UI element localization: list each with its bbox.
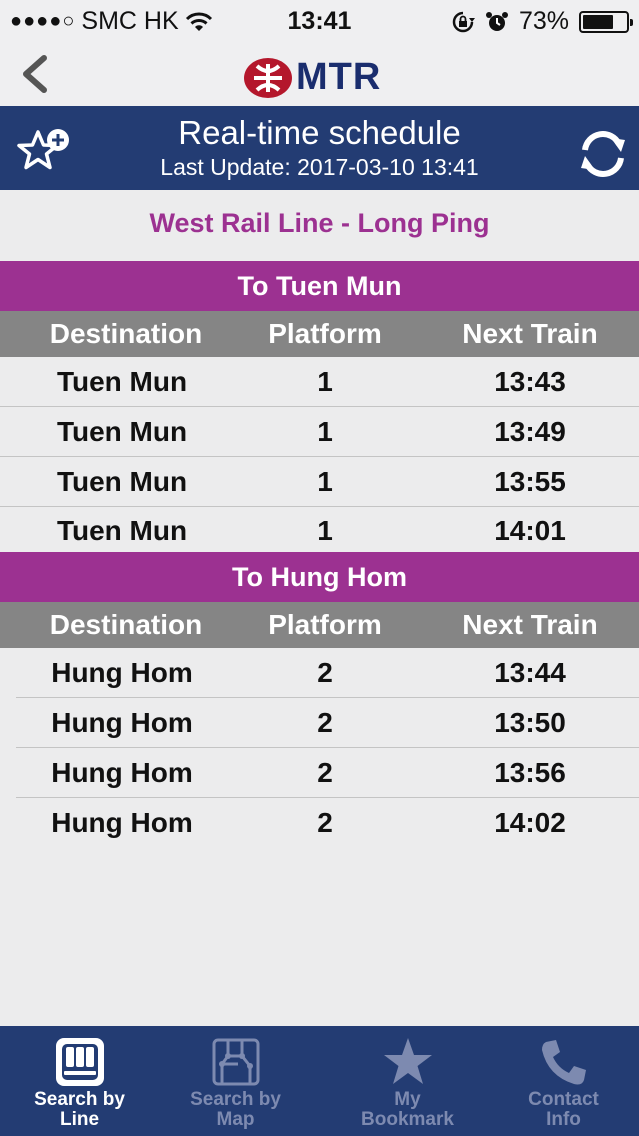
train-icon (55, 1038, 104, 1086)
row-destination: Hung Hom (51, 657, 193, 688)
row-platform: 1 (317, 466, 333, 497)
refresh-button[interactable] (575, 126, 631, 182)
tab-search-by-map[interactable]: Search by Map (156, 1026, 315, 1136)
tab-label: Search by Line (34, 1089, 125, 1130)
column-headers: Destination Platform Next Train (0, 602, 639, 648)
tab-contact-info[interactable]: Contact Info (484, 1026, 639, 1136)
row-platform: 2 (317, 657, 333, 688)
row-platform: 1 (317, 416, 333, 447)
row-time: 13:44 (494, 657, 566, 688)
row-time: 13:55 (494, 466, 566, 497)
row-time: 14:01 (494, 515, 566, 546)
tab-my-bookmark[interactable]: My Bookmark (328, 1026, 487, 1136)
battery-percent: 73% (518, 7, 569, 35)
col-platform: Platform (268, 318, 382, 349)
mtr-logo: MTR (244, 56, 381, 99)
table-row: Hung Hom 2 14:02 (0, 798, 639, 848)
row-time: 13:43 (494, 366, 566, 397)
row-platform: 2 (317, 757, 333, 788)
row-destination: Tuen Mun (56, 416, 188, 447)
tab-label: Contact Info (528, 1089, 599, 1130)
table-row: Tuen Mun 1 13:43 (0, 357, 639, 407)
page-title: Real-time schedule (178, 114, 461, 151)
phone-icon (541, 1040, 586, 1085)
row-destination: Tuen Mun (56, 466, 188, 497)
schedule-header: Real-time schedule Last Update: 2017-03-… (0, 106, 639, 190)
row-destination: Hung Hom (51, 757, 193, 788)
rotation-lock-icon (452, 11, 475, 32)
col-next-train: Next Train (462, 609, 598, 640)
col-destination: Destination (49, 318, 203, 349)
col-next-train: Next Train (462, 318, 598, 349)
direction-header-tuen-mun: To Tuen Mun (0, 261, 639, 311)
col-platform: Platform (268, 609, 382, 640)
table-row: Tuen Mun 1 13:49 (0, 407, 639, 457)
row-time: 13:50 (494, 707, 566, 738)
row-platform: 2 (317, 707, 333, 738)
row-platform: 2 (317, 807, 333, 838)
row-time: 14:02 (494, 807, 566, 838)
alarm-icon (485, 11, 508, 31)
direction-header-hung-hom: To Hung Hom (0, 552, 639, 602)
table-row: Hung Hom 2 13:56 (0, 748, 639, 798)
row-destination: Hung Hom (51, 807, 193, 838)
back-button[interactable] (14, 52, 58, 96)
map-icon (212, 1038, 259, 1086)
table-row: Hung Hom 2 13:50 (0, 698, 639, 748)
tab-label: Search by Map (190, 1089, 281, 1130)
last-update: Last Update: 2017-03-10 13:41 (160, 154, 479, 180)
star-icon (383, 1038, 432, 1084)
mtr-logo-text: MTR (296, 56, 382, 98)
nav-bar: MTR (0, 42, 639, 106)
table-row: Tuen Mun 1 13:55 (0, 457, 639, 507)
battery-icon (579, 10, 633, 33)
column-headers: Destination Platform Next Train (0, 311, 639, 357)
row-platform: 1 (317, 515, 333, 546)
row-platform: 1 (317, 366, 333, 397)
tab-label: My Bookmark (361, 1089, 454, 1130)
tab-bar: Search by Line Search by Map My Bookmark (0, 1026, 639, 1136)
line-station-title: West Rail Line - Long Ping (149, 208, 490, 238)
row-time: 13:56 (494, 757, 566, 788)
status-bar: ●●●●○ SMC HK 13:41 73% (0, 0, 639, 42)
table-row: Hung Hom 2 13:44 (0, 648, 639, 698)
row-time: 13:49 (494, 416, 566, 447)
mtr-logo-mark (244, 57, 292, 98)
row-destination: Tuen Mun (56, 366, 188, 397)
tab-search-by-line[interactable]: Search by Line (0, 1026, 159, 1136)
row-destination: Hung Hom (51, 707, 193, 738)
row-destination: Tuen Mun (56, 515, 188, 546)
table-row: Tuen Mun 1 14:01 (0, 506, 639, 552)
col-destination: Destination (49, 609, 203, 640)
